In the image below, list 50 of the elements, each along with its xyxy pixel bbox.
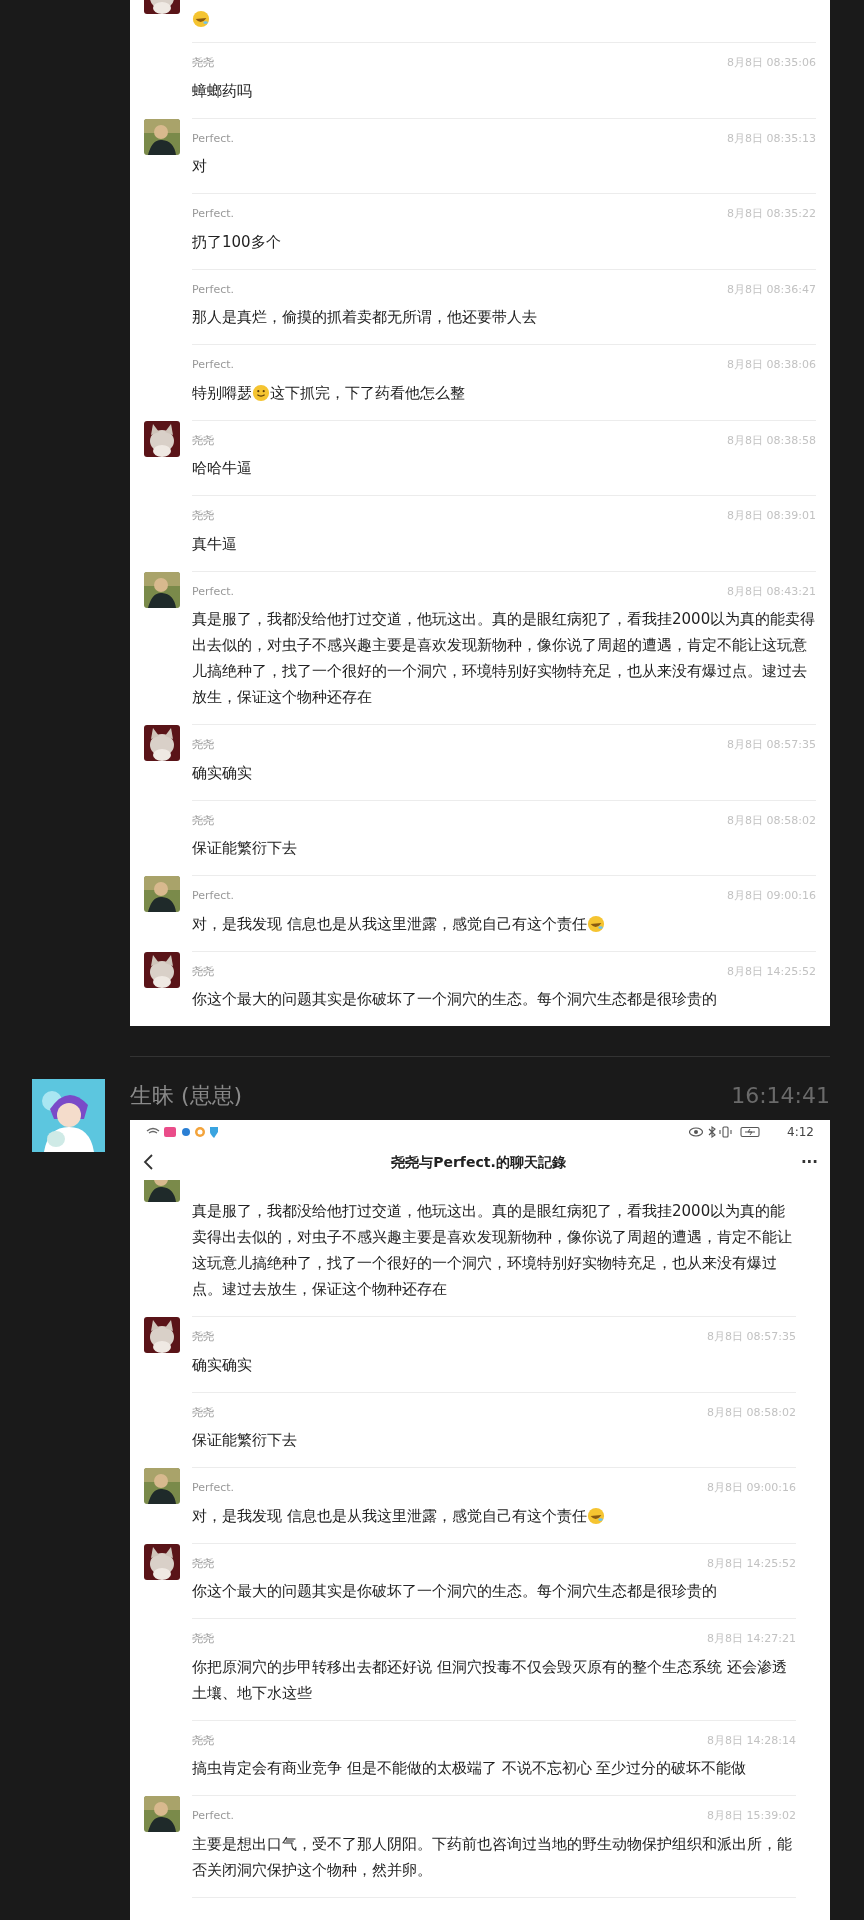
sender-name: Perfect. [192, 130, 235, 147]
message-text: 扔了100多个 [192, 231, 281, 253]
sender-name: 尧尧 [192, 1329, 214, 1345]
message-text: 这下抓完，下了药看他怎么整 [270, 382, 465, 404]
message-text: 你把原洞穴的步甲转移出去都还好说 但洞穴投毒不仅会毁灭原有的整个生态系统 还会渗透土壤、地下水这些 [192, 1656, 788, 1704]
message-text: 你这个最大的问题其实是你破坏了一个洞穴的生态。每个洞穴生态都是很珍贵的 [192, 1581, 717, 1602]
laughing-emoji-icon [586, 1506, 605, 1525]
back-icon[interactable] [142, 1153, 156, 1171]
chat-title: 尧尧与Perfect.的聊天記錄 [391, 1152, 566, 1172]
sender-name: 生昧 (崽崽) [130, 1082, 243, 1110]
more-button[interactable]: ··· [800, 1150, 818, 1174]
message-text: 保证能繁衍下去 [192, 1430, 297, 1451]
message-text: 确实确实 [192, 1354, 252, 1376]
sender-name: 尧尧 [192, 963, 214, 980]
sender-name: Perfect. [192, 1480, 235, 1496]
message-text: 蟑螂药吗 [192, 80, 252, 102]
message-time: 16:14:41 [731, 1082, 830, 1110]
message-text: 真是服了，我都没给他打过交道，他玩这出。真的是眼红病犯了，看我挂2000以为真的能卖得出去似的，对虫子不感兴趣主要是喜欢发现新物种，像你说了周超的遭遇，肯定不能让这玩意儿搞绝种了，找了一个很好的一个洞穴，环境特别好实物特充足，也从来没有爆过点。逮过去放生，保证这个物种还存在 [192, 1201, 793, 1300]
message-text: 对，是我发现 信息也是从我这里泄露，感觉自己有这个责任 [192, 1505, 587, 1527]
sender-name: Perfect. [192, 357, 235, 373]
message-text: 那人是真烂，偷摸的抓着卖都无所谓，他还要带人去 [192, 307, 537, 328]
sender-name: 尧尧 [192, 1631, 214, 1647]
smiling-emoji-icon [252, 383, 270, 402]
message-text: 哈哈牛逼 [192, 458, 252, 479]
sender-name: 尧尧 [192, 1555, 214, 1572]
sender-name: 尧尧 [192, 55, 214, 71]
sender-name: 尧尧 [192, 432, 214, 449]
message-text: 对 [192, 156, 207, 177]
message-text: 真牛逼 [192, 533, 237, 555]
laughing-emoji-icon [192, 10, 210, 28]
message-text: 保证能繁衍下去 [192, 838, 297, 859]
status-time: 4:12 [787, 1124, 814, 1141]
sender-name: Perfect. [192, 583, 235, 600]
message-text: 搞虫肯定会有商业竞争 但是不能做的太极端了 不说不忘初心 至少过分的破坏不能做 [192, 1758, 747, 1779]
laughing-emoji-icon [586, 914, 605, 933]
sender-name: 尧尧 [192, 737, 214, 753]
message-text: 特别嘚瑟 [192, 382, 252, 404]
sender-name: 尧尧 [192, 1404, 214, 1421]
sender-name: 尧尧 [192, 508, 214, 524]
sender-name: Perfect. [192, 206, 235, 222]
message-text: 确实确实 [192, 762, 252, 784]
sender-name: 尧尧 [192, 812, 214, 829]
message-text: 你这个最大的问题其实是你破坏了一个洞穴的生态。每个洞穴生态都是很珍贵的 [192, 989, 717, 1010]
sender-name: Perfect. [192, 888, 235, 904]
message-text: 对，是我发现 信息也是从我这里泄露，感觉自己有这个责任 [192, 913, 587, 935]
message-text: 真是服了，我都没给他打过交道，他玩这出。真的是眼红病犯了，看我挂2000以为真的能卖得出去似的，对虫子不感兴趣主要是喜欢发现新物种，像你说了周超的遭遇，肯定不能让这玩意儿搞绝种了，找了一个很好的一个洞穴，环境特别好实物特充足，也从来没有爆过点。逮过去放生，保证这个物种还存在 [192, 609, 816, 708]
message-text: 主要是想出口气，受不了那人阴阳。下药前也咨询过当地的野生动物保护组织和派出所，能否关闭洞穴保护这个物种，然并卵。 [192, 1833, 793, 1881]
sender-name: Perfect. [192, 281, 235, 298]
sender-name: Perfect. [192, 1808, 235, 1824]
sender-name: 尧尧 [192, 1732, 214, 1749]
